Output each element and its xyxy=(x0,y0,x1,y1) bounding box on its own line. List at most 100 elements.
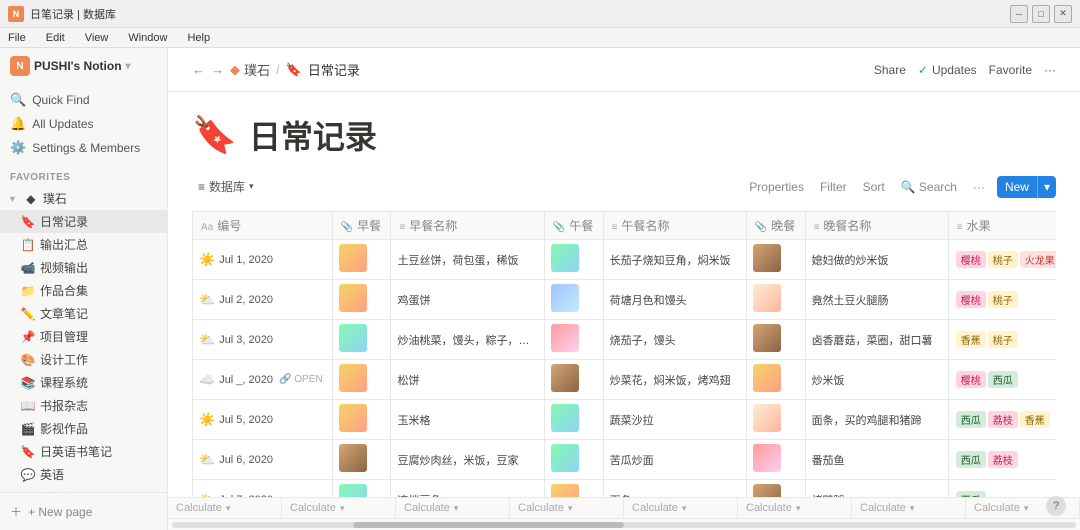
table-row[interactable]: ☁️ Jul _, 2020 🔗 OPEN 松饼炒菜花，焖米饭，烤鸡翅炒米饭樱桃… xyxy=(193,360,1057,400)
help-button[interactable]: ? xyxy=(1046,496,1066,516)
dinner-name-cell: 烤鸭腿 xyxy=(805,480,948,498)
folder2-icon: 📁 xyxy=(20,284,36,298)
content-area: ← → ◆ 璞石 / 🔖 日常记录 Share ✓ Updates xyxy=(168,48,1080,530)
calc-breakfast[interactable]: Calculate ▾ xyxy=(282,498,396,518)
table-row[interactable]: ☀️ Jul 5, 2020 玉米格蔬菜沙拉面条，买的鸡腿和猪蹄西瓜荔枝香蕉 xyxy=(193,400,1057,440)
table-row[interactable]: ⛅ Jul 7, 2020 凉拌豆角面条烤鸭腿西瓜 xyxy=(193,480,1057,498)
calc-number[interactable]: Calculate ▾ xyxy=(168,498,282,518)
date-cell: ☀️ Jul 5, 2020 xyxy=(193,400,333,440)
db-view-chevron: ▾ xyxy=(249,181,254,192)
fruits-cell: 西瓜 xyxy=(948,480,1056,498)
new-page-button[interactable]: ＋ + New page xyxy=(10,499,157,524)
dinner-name-cell: 番茄鱼 xyxy=(805,440,948,480)
col-breakfast-name[interactable]: ≡早餐名称 xyxy=(391,212,544,240)
maximize-button[interactable]: □ xyxy=(1032,5,1050,23)
new-button-label[interactable]: New xyxy=(997,176,1037,198)
sidebar-item-courses[interactable]: 📚 课程系统 xyxy=(0,371,167,394)
workspace-name[interactable]: N PUSHI's Notion ▾ xyxy=(10,56,131,76)
table-row[interactable]: ☀️ Jul 1, 2020 土豆丝饼，荷包蛋，稀饭长茄子烧知豆角，焖米饭媳妇做… xyxy=(193,240,1057,280)
properties-button[interactable]: Properties xyxy=(745,178,808,196)
sidebar-item-articles[interactable]: ✏️ 文章笔记 xyxy=(0,302,167,325)
col-fruits[interactable]: ≡水果 xyxy=(948,212,1056,240)
sidebar-item-all-updates[interactable]: 🔔 All Updates xyxy=(0,112,167,136)
menu-file[interactable]: File xyxy=(4,30,30,46)
calc-dinner-name[interactable]: Calculate ▾ xyxy=(852,498,966,518)
calc-lunch[interactable]: Calculate ▾ xyxy=(510,498,624,518)
sidebar-item-quick-find[interactable]: 🔍 Quick Find xyxy=(0,88,167,112)
close-button[interactable]: ✕ xyxy=(1054,5,1072,23)
calc-breakfast-name[interactable]: Calculate ▾ xyxy=(396,498,510,518)
scrollbar-thumb[interactable] xyxy=(353,522,624,528)
fruits-cell: 西瓜荔枝香蕉 xyxy=(948,400,1056,440)
dinner-img-cell xyxy=(746,280,805,320)
col-dinner-name[interactable]: ≡晚餐名称 xyxy=(805,212,948,240)
db-toolbar-right: Properties Filter Sort 🔍 Search ··· New … xyxy=(745,176,1056,198)
calc-dinner[interactable]: Calculate ▾ xyxy=(738,498,852,518)
menu-view[interactable]: View xyxy=(81,30,113,46)
breakfast-img-cell xyxy=(332,320,391,360)
sidebar-item-works[interactable]: 📁 作品合集 xyxy=(0,279,167,302)
gear-icon: ⚙️ xyxy=(10,140,26,156)
breakfast-img-cell xyxy=(332,360,391,400)
more-options-button[interactable]: ··· xyxy=(969,178,989,196)
sidebar: N PUSHI's Notion ▾ 🔍 Quick Find 🔔 All Up… xyxy=(0,48,168,530)
sidebar-item-reading[interactable]: 📖 书报杂志 xyxy=(0,394,167,417)
calc-lunch-name[interactable]: Calculate ▾ xyxy=(624,498,738,518)
more-button[interactable]: ··· xyxy=(1044,63,1056,77)
collapse-arrow: ▼ xyxy=(8,194,17,204)
video-icon: 📹 xyxy=(20,261,36,275)
sidebar-item-output-summary[interactable]: 📋 输出汇总 xyxy=(0,233,167,256)
sidebar-item-movies[interactable]: 🎬 影视作品 xyxy=(0,417,167,440)
forward-button[interactable]: → xyxy=(211,62,224,77)
sidebar-item-pushi[interactable]: ▼ ◆ 璞石 xyxy=(0,187,167,210)
filter-button[interactable]: Filter xyxy=(816,178,851,196)
horizontal-scrollbar[interactable] xyxy=(172,522,1076,528)
sidebar-item-english-notes[interactable]: 🔖 日英语书笔记 xyxy=(0,440,167,463)
table-wrapper[interactable]: Aa编号 📎早餐 ≡早餐名称 📎午餐 ≡午餐名称 📎晚餐 ≡晚餐名称 ≡水果 ☀… xyxy=(192,211,1056,497)
lunch-img-cell xyxy=(544,480,603,498)
sort-button[interactable]: Sort xyxy=(859,178,889,196)
titlebar-controls[interactable]: ─ □ ✕ xyxy=(1010,5,1072,23)
menu-window[interactable]: Window xyxy=(124,30,171,46)
dinner-name-cell: 卤香蘑菇，菜圈，甜口薯 xyxy=(805,320,948,360)
menubar: File Edit View Window Help xyxy=(0,28,1080,48)
date-cell: ⛅ Jul 2, 2020 xyxy=(193,280,333,320)
db-table: Aa编号 📎早餐 ≡早餐名称 📎午餐 ≡午餐名称 📎晚餐 ≡晚餐名称 ≡水果 ☀… xyxy=(192,211,1056,497)
db-view-toggle[interactable]: ≡ 数据库 ▾ xyxy=(192,174,260,199)
col-lunch-img[interactable]: 📎午餐 xyxy=(544,212,603,240)
bookmark2-icon: 🔖 xyxy=(20,445,36,459)
date-cell: ⛅ Jul 3, 2020 xyxy=(193,320,333,360)
menu-edit[interactable]: Edit xyxy=(42,30,69,46)
new-button-arrow[interactable]: ▾ xyxy=(1037,176,1056,198)
breadcrumb-parent[interactable]: ◆ 璞石 xyxy=(230,60,270,79)
col-lunch-name[interactable]: ≡午餐名称 xyxy=(603,212,746,240)
search-button[interactable]: 🔍 Search xyxy=(897,178,961,196)
sidebar-item-video-output[interactable]: 📹 视频输出 xyxy=(0,256,167,279)
menu-help[interactable]: Help xyxy=(183,30,214,46)
sidebar-item-daily-record[interactable]: 🔖 日常记录 xyxy=(0,210,167,233)
breadcrumb-current: 🔖 日常记录 xyxy=(286,60,360,79)
titlebar: N 日笔记录 | 数据库 ─ □ ✕ xyxy=(0,0,1080,28)
back-button[interactable]: ← xyxy=(192,62,205,77)
col-number[interactable]: Aa编号 xyxy=(193,212,333,240)
col-breakfast-img[interactable]: 📎早餐 xyxy=(332,212,391,240)
date-cell: ⛅ Jul 7, 2020 xyxy=(193,480,333,498)
new-button[interactable]: New ▾ xyxy=(997,176,1056,198)
updates-button[interactable]: ✓ Updates xyxy=(918,63,977,77)
table-row[interactable]: ⛅ Jul 6, 2020 豆腐炒肉丝，米饭，豆家苦瓜炒面番茄鱼西瓜荔枝 xyxy=(193,440,1057,480)
titlebar-left: N 日笔记录 | 数据库 xyxy=(8,6,116,22)
sidebar-item-projects[interactable]: 📌 项目管理 xyxy=(0,325,167,348)
table-row[interactable]: ⛅ Jul 3, 2020 炒油桃菜，馒头，粽子，小米粥烧茄子，馒头卤香蘑菇，菜… xyxy=(193,320,1057,360)
favorite-button[interactable]: Favorite xyxy=(989,63,1032,77)
dinner-img-cell xyxy=(746,360,805,400)
sidebar-item-design[interactable]: 🎨 设计工作 xyxy=(0,348,167,371)
sidebar-item-english[interactable]: 💬 英语 xyxy=(0,463,167,486)
share-button[interactable]: Share xyxy=(874,63,906,77)
table-row[interactable]: ⛅ Jul 2, 2020 鸡蛋饼荷塘月色和馒头竟然土豆火腿肠樱桃桃子 xyxy=(193,280,1057,320)
sidebar-item-settings[interactable]: ⚙️ Settings & Members xyxy=(0,136,167,160)
breakfast-img-cell xyxy=(332,400,391,440)
sidebar-nav: 🔍 Quick Find 🔔 All Updates ⚙️ Settings &… xyxy=(0,84,167,164)
db-toolbar: ≡ 数据库 ▾ Properties Filter Sort 🔍 Search … xyxy=(192,174,1056,199)
col-dinner-img[interactable]: 📎晚餐 xyxy=(746,212,805,240)
minimize-button[interactable]: ─ xyxy=(1010,5,1028,23)
